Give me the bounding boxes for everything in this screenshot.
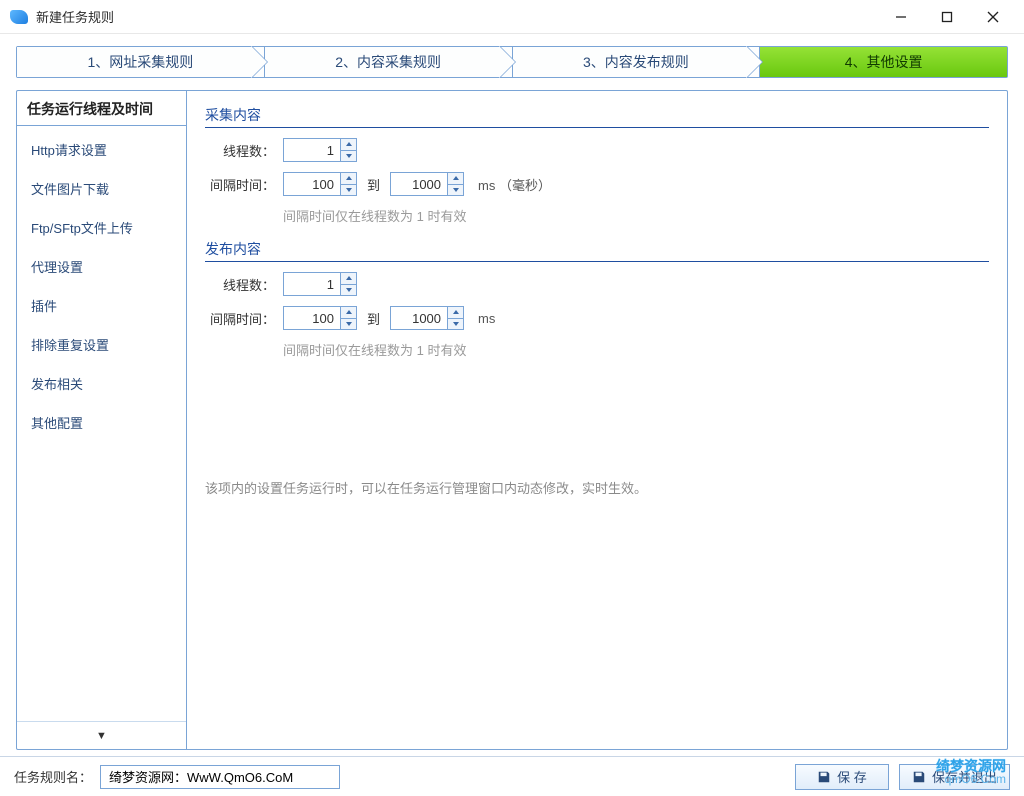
collect-threads-label: 线程数：: [205, 141, 275, 160]
sidebar-item-label: 代理设置: [31, 260, 83, 275]
publish-threads-label: 线程数：: [205, 275, 275, 294]
spinner-down-icon[interactable]: [341, 185, 356, 196]
collect-interval-to-input[interactable]: [391, 173, 447, 195]
publish-threads-spinner[interactable]: [283, 272, 357, 296]
spinner-up-icon[interactable]: [448, 307, 463, 319]
sidebar-item-other-config[interactable]: 其他配置: [17, 403, 186, 442]
rule-name-label: 任务规则名：: [14, 767, 92, 786]
content-area: 采集内容 线程数： 间隔时间：: [187, 91, 1007, 749]
settings-note: 该项内的设置任务运行时，可以在任务运行管理窗口内动态修改，实时生效。: [205, 479, 989, 500]
publish-section: 发布内容 线程数： 间隔时间：: [205, 239, 989, 359]
spinner-down-icon[interactable]: [341, 151, 356, 162]
step-label: 1、网址采集规则: [87, 52, 193, 72]
maximize-button[interactable]: [924, 2, 970, 32]
rule-name-input[interactable]: [100, 765, 340, 789]
section-title-collect: 采集内容: [205, 105, 989, 128]
close-button[interactable]: [970, 2, 1016, 32]
sidebar-collapse-button[interactable]: ▼: [17, 721, 186, 749]
publish-interval-label: 间隔时间：: [205, 309, 275, 328]
publish-threads-input[interactable]: [284, 273, 340, 295]
spinner-down-icon[interactable]: [448, 319, 463, 330]
settings-sidebar: 任务运行线程及时间 Http请求设置 文件图片下载 Ftp/SFtp文件上传 代…: [17, 91, 187, 749]
publish-interval-from-input[interactable]: [284, 307, 340, 329]
save-icon: [817, 770, 831, 784]
sidebar-item-publish-related[interactable]: 发布相关: [17, 364, 186, 403]
publish-interval-to-input[interactable]: [391, 307, 447, 329]
sidebar-item-label: Ftp/SFtp文件上传: [31, 221, 133, 236]
spinner-down-icon[interactable]: [448, 185, 463, 196]
spinner-up-icon[interactable]: [448, 173, 463, 185]
collect-interval-to-spinner[interactable]: [390, 172, 464, 196]
collect-interval-unit: ms （毫秒）: [478, 175, 551, 194]
step-3-publish-rules[interactable]: 3、内容发布规则: [513, 47, 761, 77]
sidebar-item-label: 其他配置: [31, 416, 83, 431]
publish-interval-to-label: 到: [367, 309, 380, 328]
main-panel: 任务运行线程及时间 Http请求设置 文件图片下载 Ftp/SFtp文件上传 代…: [16, 90, 1008, 750]
footer-bar: 任务规则名： 保 存 保存并退出: [0, 756, 1024, 796]
wizard-steps: 1、网址采集规则 2、内容采集规则 3、内容发布规则 4、其他设置: [0, 34, 1024, 88]
collect-threads-input[interactable]: [284, 139, 340, 161]
sidebar-item-label: 排除重复设置: [31, 338, 109, 353]
save-button-label: 保 存: [837, 767, 867, 786]
collect-interval-hint: 间隔时间仅在线程数为 1 时有效: [283, 206, 989, 225]
publish-interval-from-spinner[interactable]: [283, 306, 357, 330]
sidebar-item-ftp-upload[interactable]: Ftp/SFtp文件上传: [17, 208, 186, 247]
spinner-up-icon[interactable]: [341, 307, 356, 319]
app-icon: [10, 10, 28, 24]
collect-section: 采集内容 线程数： 间隔时间：: [205, 105, 989, 225]
sidebar-item-label: Http请求设置: [31, 143, 107, 158]
collect-interval-to-label: 到: [367, 175, 380, 194]
chevron-down-icon: ▼: [96, 730, 107, 742]
save-button[interactable]: 保 存: [795, 764, 889, 790]
publish-interval-unit: ms: [478, 311, 495, 326]
publish-interval-hint: 间隔时间仅在线程数为 1 时有效: [283, 340, 989, 359]
sidebar-item-dedup[interactable]: 排除重复设置: [17, 325, 186, 364]
step-1-url-rules[interactable]: 1、网址采集规则: [17, 47, 265, 77]
sidebar-list: Http请求设置 文件图片下载 Ftp/SFtp文件上传 代理设置 插件 排除重…: [17, 126, 186, 721]
save-exit-button[interactable]: 保存并退出: [899, 764, 1010, 790]
spinner-down-icon[interactable]: [341, 319, 356, 330]
section-title-publish: 发布内容: [205, 239, 989, 262]
minimize-button[interactable]: [878, 2, 924, 32]
title-bar: 新建任务规则: [0, 0, 1024, 34]
step-2-content-rules[interactable]: 2、内容采集规则: [265, 47, 513, 77]
collect-interval-label: 间隔时间：: [205, 175, 275, 194]
spinner-down-icon[interactable]: [341, 285, 356, 296]
sidebar-item-http[interactable]: Http请求设置: [17, 130, 186, 169]
sidebar-item-proxy[interactable]: 代理设置: [17, 247, 186, 286]
step-label: 4、其他设置: [845, 52, 923, 72]
collect-interval-from-spinner[interactable]: [283, 172, 357, 196]
step-label: 3、内容发布规则: [583, 52, 689, 72]
spinner-up-icon[interactable]: [341, 173, 356, 185]
step-label: 2、内容采集规则: [335, 52, 441, 72]
spinner-up-icon[interactable]: [341, 139, 356, 151]
save-exit-button-label: 保存并退出: [932, 767, 997, 786]
save-icon: [912, 770, 926, 784]
sidebar-header: 任务运行线程及时间: [17, 91, 186, 126]
sidebar-item-plugins[interactable]: 插件: [17, 286, 186, 325]
sidebar-item-label: 发布相关: [31, 377, 83, 392]
collect-threads-spinner[interactable]: [283, 138, 357, 162]
window-title: 新建任务规则: [36, 7, 114, 26]
spinner-up-icon[interactable]: [341, 273, 356, 285]
sidebar-item-file-download[interactable]: 文件图片下载: [17, 169, 186, 208]
publish-interval-to-spinner[interactable]: [390, 306, 464, 330]
sidebar-item-label: 插件: [31, 299, 57, 314]
step-4-other-settings[interactable]: 4、其他设置: [760, 47, 1007, 77]
sidebar-item-label: 文件图片下载: [31, 182, 109, 197]
collect-interval-from-input[interactable]: [284, 173, 340, 195]
